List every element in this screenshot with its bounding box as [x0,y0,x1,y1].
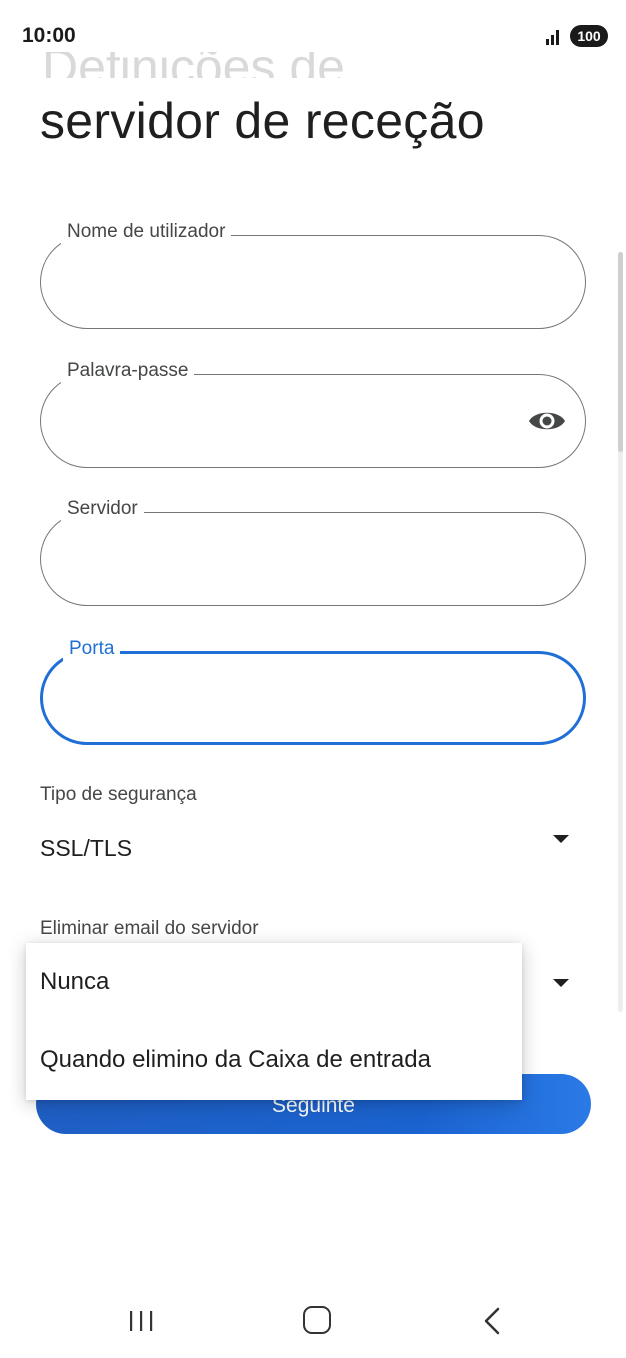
battery-icon: 100 [570,25,608,47]
back-icon[interactable] [480,1306,504,1336]
chevron-down-icon[interactable] [553,979,569,987]
username-input[interactable] [65,264,535,300]
username-label: Nome de utilizador [61,220,232,244]
server-input[interactable] [65,541,535,577]
password-input[interactable] [65,403,535,439]
security-type-select[interactable]: SSL/TLS [40,825,586,875]
delete-email-dropdown-menu: Nunca Quando elimino da Caixa de entrada [26,943,522,1100]
username-field[interactable]: Nome de utilizador [40,220,586,329]
port-field[interactable]: Porta [40,637,586,745]
chevron-down-icon [553,835,569,843]
password-field[interactable]: Palavra-passe [40,359,586,468]
server-field[interactable]: Servidor [40,497,586,606]
password-label: Palavra-passe [61,359,195,383]
page-title: servidor de receção [40,93,485,149]
delete-email-label: Eliminar email do servidor [40,918,259,939]
navigation-bar [0,1280,626,1358]
port-label: Porta [63,637,121,661]
server-label: Servidor [61,497,144,521]
signal-icon [546,30,559,45]
port-input[interactable] [67,682,537,718]
home-icon[interactable] [303,1306,331,1334]
eye-icon[interactable] [527,403,567,439]
security-type-value: SSL/TLS [40,835,133,861]
security-type-label: Tipo de segurança [40,784,197,805]
recent-apps-icon[interactable] [127,1310,155,1332]
page-title-partial: Definições de [42,52,345,78]
status-time: 10:00 [22,24,76,47]
menu-item-when-deleted-from-inbox[interactable]: Quando elimino da Caixa de entrada [26,1021,522,1099]
menu-item-never[interactable]: Nunca [26,943,522,1021]
scrollbar-thumb[interactable] [618,252,623,452]
